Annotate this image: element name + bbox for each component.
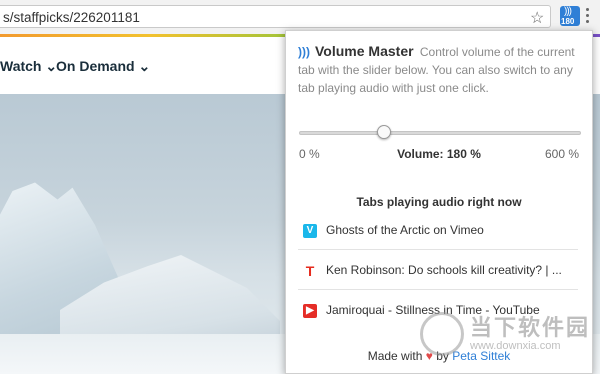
volume-slider-thumb[interactable] [376, 125, 391, 139]
audio-tab-item[interactable]: V Ghosts of the Arctic on Vimeo [298, 212, 578, 250]
audio-tab-title[interactable]: Ken Robinson: Do schools kill creativity… [326, 263, 578, 277]
speaker-waves-icon: ))) [298, 45, 310, 59]
bookmark-star-icon[interactable]: ☆ [530, 8, 544, 28]
volume-master-extension-icon[interactable]: ))) 180 [560, 6, 580, 26]
volume-master-popup: ))) Volume Master Control volume of the c… [285, 30, 593, 374]
popup-footer: Made with ♥ by Peta Sittek [286, 349, 592, 363]
app-name: Volume Master [315, 43, 414, 59]
extension-badge: 180 [561, 17, 575, 26]
author-link[interactable]: Peta Sittek [452, 349, 510, 363]
slider-max-label: 600 % [544, 147, 579, 161]
volume-slider-track[interactable] [299, 131, 581, 135]
youtube-icon: ▶ [303, 304, 317, 318]
nav-on-demand[interactable]: On Demand ⌄ [56, 58, 150, 75]
ted-icon: T [305, 263, 315, 279]
heart-icon: ♥ [425, 349, 433, 363]
browser-menu-icon[interactable] [586, 8, 590, 26]
tabs-heading: Tabs playing audio right now [356, 195, 522, 209]
sound-waves-icon: ))) [564, 6, 572, 17]
address-bar[interactable]: s/staffpicks/226201181 ☆ [0, 5, 551, 28]
nav-watch[interactable]: Watch ⌄ [0, 58, 57, 75]
audio-tab-item[interactable]: ▶ Jamiroquai - Stillness in Time - YouTu… [298, 292, 578, 330]
url-text[interactable]: s/staffpicks/226201181 [3, 10, 140, 25]
footer-made-with: Made with [367, 349, 423, 363]
audio-tab-title[interactable]: Jamiroquai - Stillness in Time - YouTube [326, 303, 578, 317]
footer-by: by [436, 349, 449, 363]
vimeo-icon: V [303, 224, 317, 238]
audio-tab-title[interactable]: Ghosts of the Arctic on Vimeo [326, 223, 578, 237]
audio-tab-item[interactable]: T Ken Robinson: Do schools kill creativi… [298, 252, 578, 290]
popup-header: ))) Volume Master Control volume of the c… [298, 42, 583, 97]
